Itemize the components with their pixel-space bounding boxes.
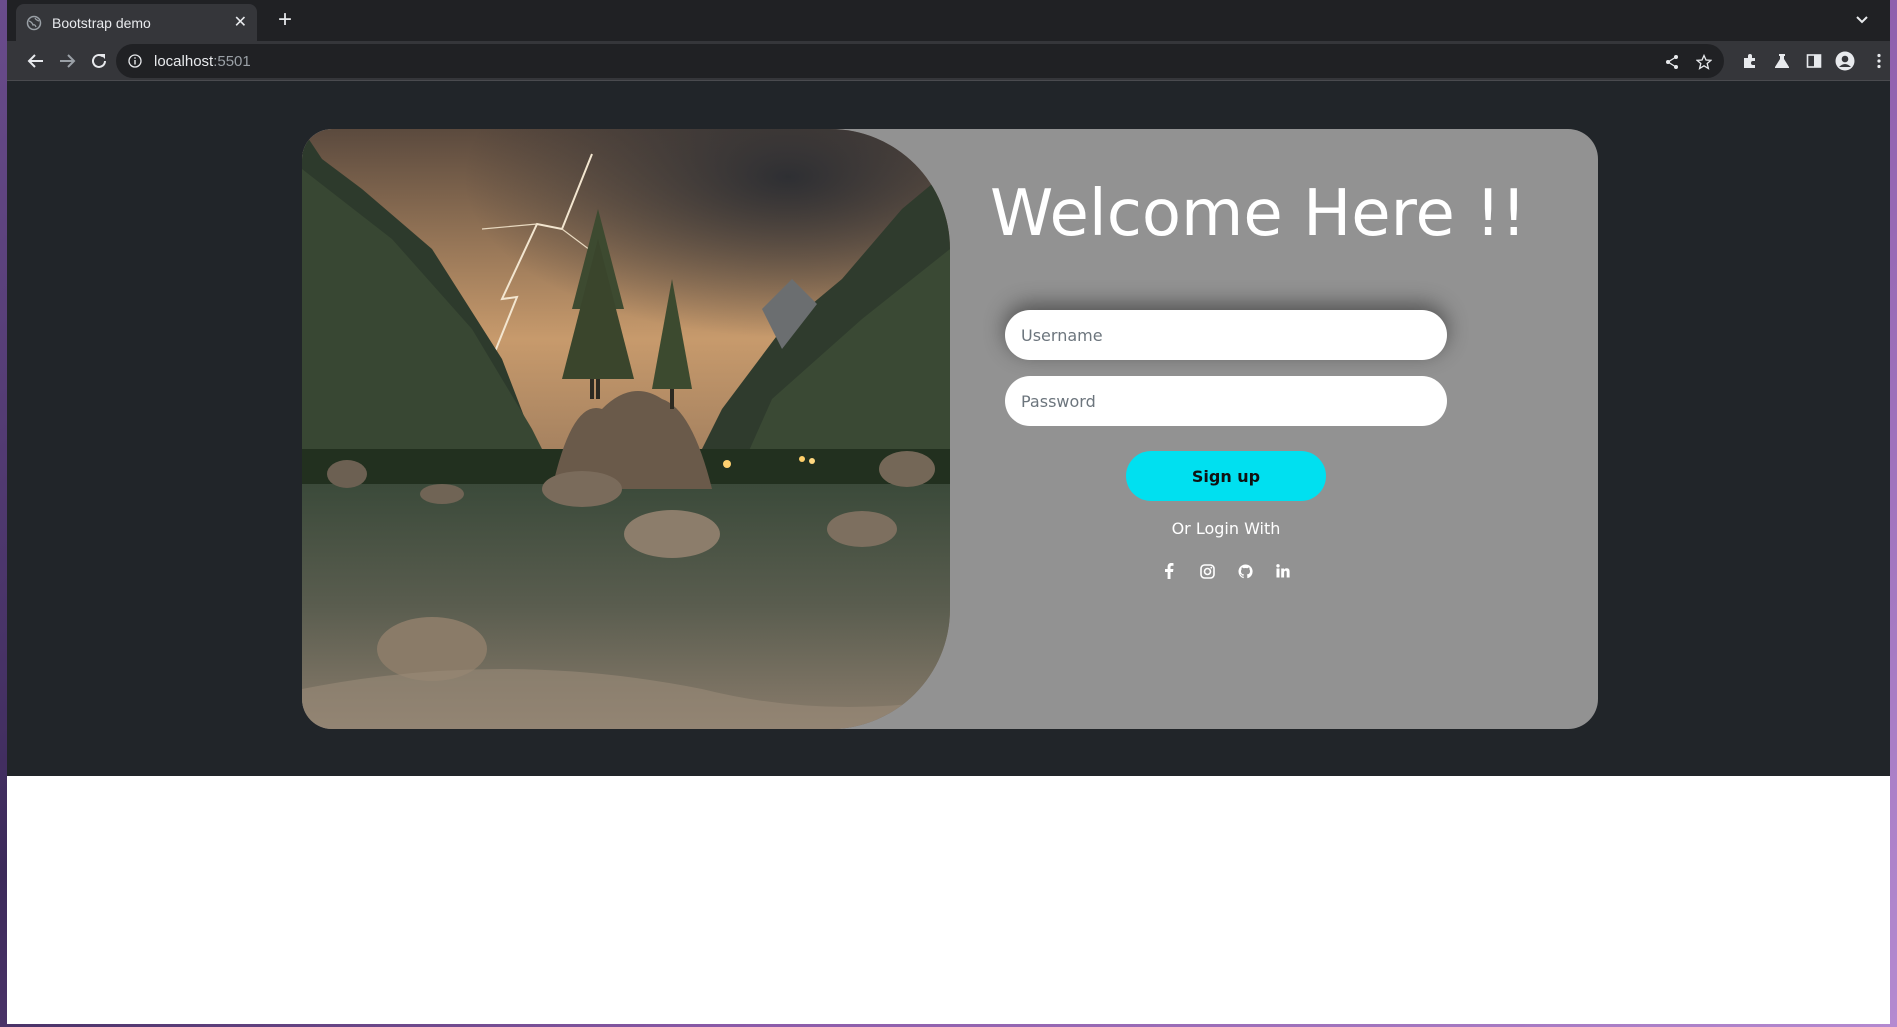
profile-icon[interactable] <box>1835 51 1855 71</box>
bookmark-star-icon[interactable] <box>1694 52 1714 72</box>
page-blank-area <box>7 776 1890 1024</box>
reload-icon <box>92 53 106 68</box>
password-input[interactable] <box>1005 376 1447 426</box>
new-tab-button[interactable]: + <box>272 8 298 34</box>
page-title: Welcome Here !! <box>990 177 1527 251</box>
side-panel-icon[interactable] <box>1804 51 1824 71</box>
arrow-right-icon <box>60 54 76 68</box>
arrow-left-icon <box>27 54 43 68</box>
social-links <box>1005 562 1447 580</box>
landscape-image <box>302 129 950 729</box>
close-tab-icon[interactable]: ✕ <box>234 14 247 31</box>
github-icon[interactable] <box>1236 562 1254 580</box>
extensions-icon[interactable] <box>1740 51 1760 71</box>
instagram-icon[interactable] <box>1198 562 1216 580</box>
tab-title: Bootstrap demo <box>52 14 151 31</box>
url-port: :5501 <box>213 52 251 70</box>
info-icon[interactable] <box>128 54 142 68</box>
back-button[interactable] <box>24 49 48 73</box>
linkedin-icon[interactable] <box>1274 562 1292 580</box>
username-input[interactable] <box>1005 310 1447 360</box>
reload-button[interactable] <box>87 49 111 73</box>
signup-button[interactable]: Sign up <box>1126 451 1326 501</box>
page-viewport: Welcome Here !! Sign up Or Login With <box>7 81 1890 776</box>
address-bar[interactable]: localhost:5501 <box>116 44 1724 78</box>
facebook-icon[interactable] <box>1160 562 1178 580</box>
share-icon[interactable] <box>1662 52 1682 72</box>
flask-icon[interactable] <box>1772 51 1792 71</box>
or-login-text: Or Login With <box>1171 519 1281 538</box>
browser-toolbar: localhost:5501 <box>7 41 1890 81</box>
login-card: Welcome Here !! Sign up Or Login With <box>302 129 1598 729</box>
browser-tab[interactable]: Bootstrap demo ✕ <box>16 4 257 41</box>
globe-icon <box>26 15 42 30</box>
tab-strip: Bootstrap demo ✕ + <box>7 0 1890 41</box>
browser-window: Bootstrap demo ✕ + localhost:5501 Welco… <box>7 0 1890 1024</box>
chevron-down-icon[interactable] <box>1852 10 1872 30</box>
more-menu-icon[interactable] <box>1869 51 1889 71</box>
url-host: localhost <box>154 52 214 70</box>
forward-button[interactable] <box>55 49 79 73</box>
